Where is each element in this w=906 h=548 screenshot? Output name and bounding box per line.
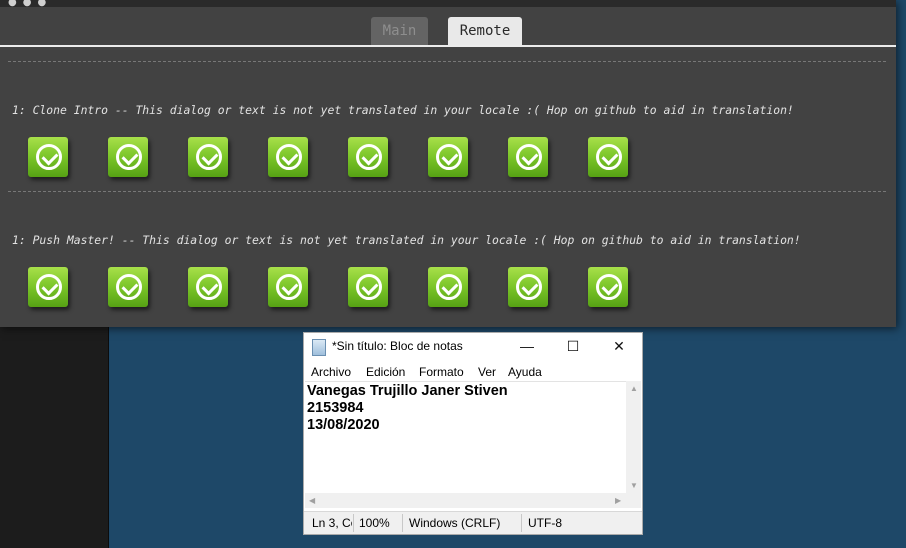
checkmark-icon[interactable] xyxy=(588,267,628,307)
vertical-scrollbar[interactable]: ▲ ▼ xyxy=(626,381,641,493)
checkmark-icon[interactable] xyxy=(188,137,228,177)
notepad-titlebar[interactable]: *Sin título: Bloc de notas — ☐ ✕ xyxy=(304,333,642,359)
menu-formato[interactable]: Formato xyxy=(419,365,464,379)
divider xyxy=(8,191,886,192)
menu-edicion[interactable]: Edición xyxy=(366,365,405,379)
desktop-background-window xyxy=(0,320,109,548)
close-button[interactable]: ✕ xyxy=(596,333,642,359)
text-line: 13/08/2020 xyxy=(307,417,380,433)
divider xyxy=(8,61,886,62)
notepad-icon xyxy=(312,339,326,356)
checkmark-icon[interactable] xyxy=(588,137,628,177)
maximize-button[interactable]: ☐ xyxy=(550,333,596,359)
checkmark-icon[interactable] xyxy=(28,267,68,307)
checkmark-icon[interactable] xyxy=(188,267,228,307)
checkmark-icon[interactable] xyxy=(268,267,308,307)
horizontal-scrollbar[interactable]: ◀ ▶ xyxy=(305,493,626,508)
checkmark-icon[interactable] xyxy=(348,137,388,177)
push-master-checkmarks xyxy=(28,267,628,307)
status-separator xyxy=(402,514,403,532)
window-dots: ●●● xyxy=(8,0,53,8)
text-line: 2153984 xyxy=(307,400,364,416)
checkmark-icon[interactable] xyxy=(508,137,548,177)
scroll-corner xyxy=(626,493,641,508)
checkmark-icon[interactable] xyxy=(428,267,468,307)
checkmark-icon[interactable] xyxy=(108,267,148,307)
tab-remote[interactable]: Remote xyxy=(448,17,522,45)
scroll-left-icon[interactable]: ◀ xyxy=(309,496,315,505)
menu-bar: Archivo Edición Formato Ver Ayuda xyxy=(304,363,642,381)
checkmark-icon[interactable] xyxy=(428,137,468,177)
level-line-push-master: 1: Push Master! -- This dialog or text i… xyxy=(12,233,801,247)
checkmark-icon[interactable] xyxy=(268,137,308,177)
text-area[interactable]: Vanegas Trujillo Janer Stiven 2153984 13… xyxy=(305,381,626,494)
status-line-ending: Windows (CRLF) xyxy=(409,516,501,530)
status-bar: Ln 3, Co 100% Windows (CRLF) UTF-8 xyxy=(304,511,642,534)
menu-ayuda[interactable]: Ayuda xyxy=(508,365,542,379)
checkmark-icon[interactable] xyxy=(348,267,388,307)
level-line-clone-intro: 1: Clone Intro -- This dialog or text is… xyxy=(12,103,794,117)
notepad-window: *Sin título: Bloc de notas — ☐ ✕ Archivo… xyxy=(303,332,643,535)
status-separator xyxy=(521,514,522,532)
checkmark-icon[interactable] xyxy=(508,267,548,307)
learn-git-branching-panel: ●●● Main Remote 1: Clone Intro -- This d… xyxy=(0,0,896,327)
clone-intro-checkmarks xyxy=(28,137,628,177)
window-top-strip: ●●● xyxy=(0,0,896,8)
checkmark-icon[interactable] xyxy=(28,137,68,177)
minimize-button[interactable]: — xyxy=(504,333,550,359)
menu-archivo[interactable]: Archivo xyxy=(311,365,351,379)
checkmark-icon[interactable] xyxy=(108,137,148,177)
window-title: *Sin título: Bloc de notas xyxy=(332,339,463,353)
scroll-up-icon[interactable]: ▲ xyxy=(630,384,638,393)
scroll-right-icon[interactable]: ▶ xyxy=(615,496,621,505)
tab-main[interactable]: Main xyxy=(371,17,428,45)
menu-ver[interactable]: Ver xyxy=(478,365,496,379)
text-line: Vanegas Trujillo Janer Stiven xyxy=(307,383,508,399)
status-zoom: 100% xyxy=(359,516,390,530)
scroll-down-icon[interactable]: ▼ xyxy=(630,481,638,490)
status-cursor-position: Ln 3, Co xyxy=(312,516,352,530)
status-separator xyxy=(353,514,354,532)
tab-underline xyxy=(0,45,896,47)
status-encoding: UTF-8 xyxy=(528,516,562,530)
